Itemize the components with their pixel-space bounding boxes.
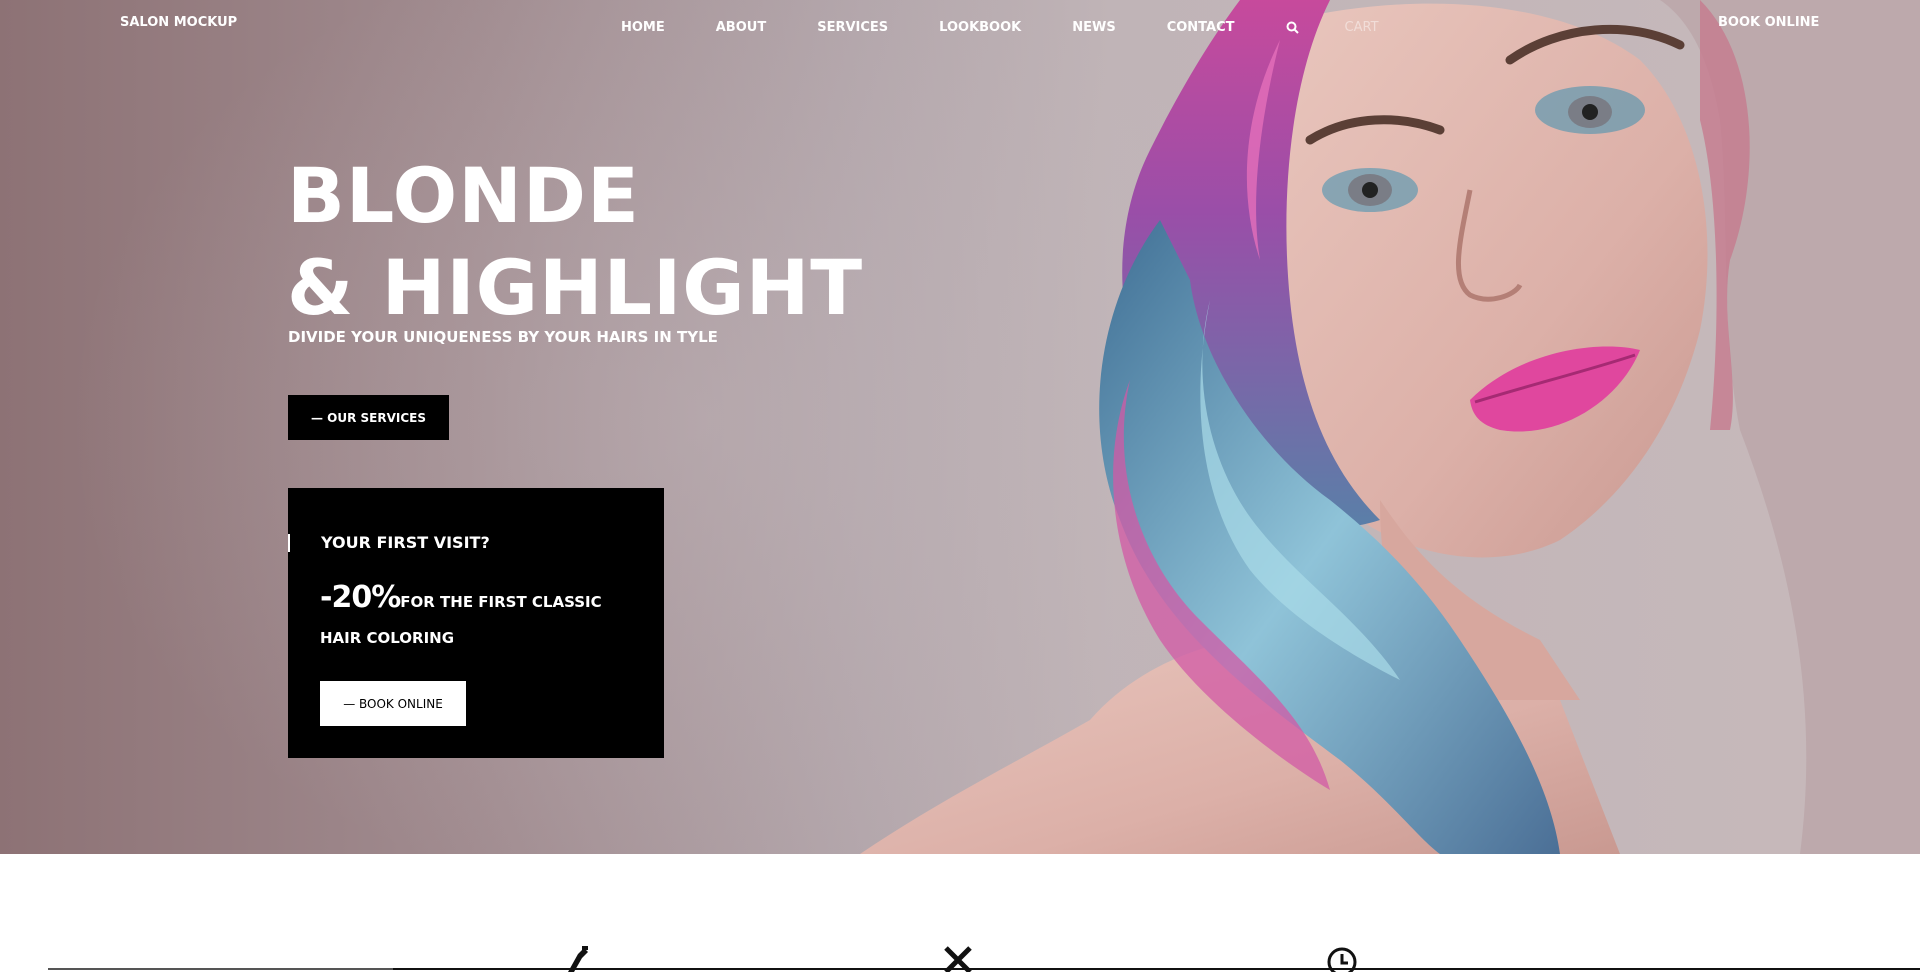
site-logo[interactable]: SALON MOCKUP (120, 15, 237, 30)
first-visit-promo-box: YOUR FIRST VISIT? -20%FOR THE FIRST CLAS… (288, 488, 664, 758)
promo-accent-bar (288, 534, 290, 552)
search-icon[interactable] (1286, 21, 1299, 34)
book-online-header-link[interactable]: BOOK ONLINE (1718, 15, 1819, 30)
nav-about[interactable]: ABOUT (716, 20, 766, 35)
promo-discount: -20% (320, 580, 401, 615)
nav-news[interactable]: NEWS (1072, 20, 1115, 35)
hero-title-line1: BLONDE (287, 151, 640, 240)
model-portrait-image (860, 0, 1920, 854)
hero-title: BLONDE & HIGHLIGHT (287, 150, 863, 334)
promo-question: YOUR FIRST VISIT? (321, 533, 490, 552)
main-navigation: HOME ABOUT SERVICES LOOKBOOK NEWS CONTAC… (621, 20, 1379, 35)
book-online-button[interactable]: — BOOK ONLINE (320, 681, 466, 726)
hero-banner: SALON MOCKUP HOME ABOUT SERVICES LOOKBOO… (0, 0, 1920, 854)
nav-services[interactable]: SERVICES (817, 20, 888, 35)
section-divider (48, 968, 393, 970)
section-divider (393, 968, 1920, 970)
nav-home[interactable]: HOME (621, 20, 665, 35)
nav-contact[interactable]: CONTACT (1167, 20, 1235, 35)
promo-offer: -20%FOR THE FIRST CLASSIC HAIR COLORING (320, 580, 640, 656)
hero-title-line2: & HIGHLIGHT (287, 243, 864, 332)
our-services-button[interactable]: — OUR SERVICES (288, 395, 449, 440)
nav-cart[interactable]: CART (1345, 20, 1379, 35)
nav-lookbook[interactable]: LOOKBOOK (939, 20, 1021, 35)
hero-subtitle: DIVIDE YOUR UNIQUENESS BY YOUR HAIRS IN … (288, 328, 718, 346)
